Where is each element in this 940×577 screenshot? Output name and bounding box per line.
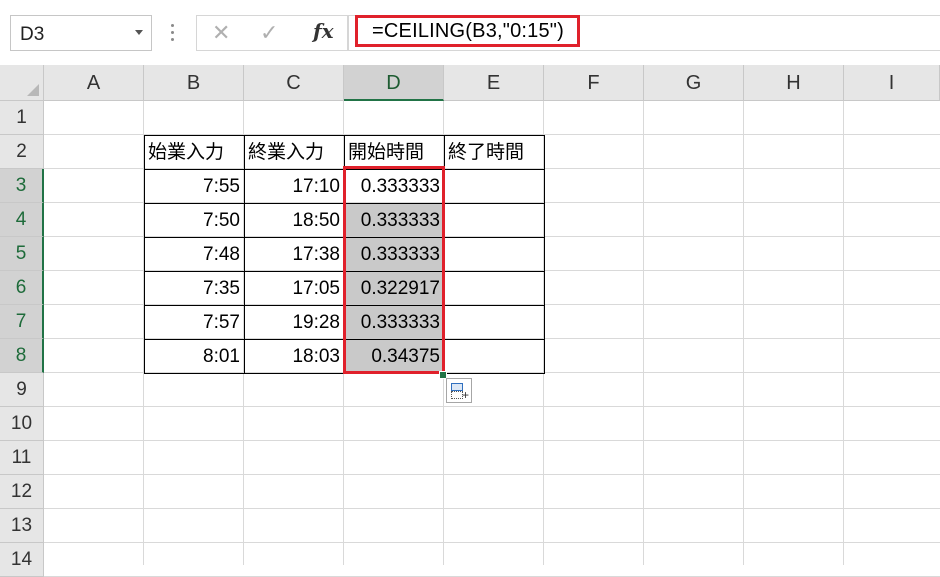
row-header-8[interactable]: 8	[0, 339, 44, 373]
table-cell-end-input[interactable]: 17:05	[244, 271, 345, 306]
table-cell-start-input[interactable]: 7:50	[144, 203, 245, 238]
worksheet-grid[interactable]: A B C D E F G H I 1 2 3 4 5 6 7 8 9 10 11 12 13 14 始業入力 終業入力 開始時間…	[0, 65, 940, 577]
column-header-a[interactable]: A	[44, 65, 144, 101]
table-cell-end-input[interactable]: 17:38	[244, 237, 345, 272]
table-cell-start-input[interactable]: 8:01	[144, 339, 245, 374]
gridline-vertical	[843, 101, 844, 565]
gridline-vertical	[643, 101, 644, 565]
table-cell-start-time[interactable]: 0.34375	[344, 339, 445, 374]
table-cell-start-time[interactable]: 0.333333	[344, 203, 445, 238]
column-header-b[interactable]: B	[144, 65, 244, 101]
table-cell-end-time[interactable]	[444, 339, 545, 374]
quick-analysis-icon[interactable]: +	[446, 378, 472, 403]
formula-bar: D3 ✕ ✓ fx =CEILING(B3,"0:15")	[0, 0, 940, 66]
table-cell-end-time[interactable]	[444, 305, 545, 340]
table-header-cell[interactable]: 終了時間	[444, 135, 545, 170]
insert-function-icon[interactable]: fx	[313, 21, 334, 41]
select-all-triangle-icon	[27, 84, 39, 96]
table-cell-end-input[interactable]: 19:28	[244, 305, 345, 340]
column-header-c[interactable]: C	[244, 65, 344, 101]
gridline-horizontal	[44, 474, 940, 475]
row-header-14[interactable]: 14	[0, 543, 44, 577]
row-header-9[interactable]: 9	[0, 373, 44, 407]
gridline-horizontal	[44, 508, 940, 509]
column-header-g[interactable]: G	[644, 65, 744, 101]
table-header-cell[interactable]: 始業入力	[144, 135, 245, 170]
chevron-down-icon[interactable]	[135, 30, 143, 35]
column-header-f[interactable]: F	[544, 65, 644, 101]
table-cell-start-time[interactable]: 0.333333	[344, 237, 445, 272]
table-cell-start-time[interactable]: 0.333333	[344, 305, 445, 340]
table-cell-end-input[interactable]: 18:50	[244, 203, 345, 238]
row-header-13[interactable]: 13	[0, 509, 44, 543]
row-header-4[interactable]: 4	[0, 203, 44, 237]
name-box[interactable]: D3	[10, 15, 152, 51]
row-header-11[interactable]: 11	[0, 441, 44, 475]
table-cell-end-time[interactable]	[444, 271, 545, 306]
formula-buttons: ✕ ✓ fx	[196, 15, 348, 51]
column-header-d[interactable]: D	[344, 65, 444, 101]
table-cell-end-time[interactable]	[444, 237, 545, 272]
gridline-horizontal	[44, 440, 940, 441]
column-header-e[interactable]: E	[444, 65, 544, 101]
table-cell-end-time[interactable]	[444, 203, 545, 238]
table-cell-start-time[interactable]: 0.322917	[344, 271, 445, 306]
table-header-cell[interactable]: 終業入力	[244, 135, 345, 170]
row-header-5[interactable]: 5	[0, 237, 44, 271]
table-cell-start-input[interactable]: 7:48	[144, 237, 245, 272]
select-all-button[interactable]	[0, 65, 44, 101]
gridline-vertical	[743, 101, 744, 565]
row-header-10[interactable]: 10	[0, 407, 44, 441]
row-header-6[interactable]: 6	[0, 271, 44, 305]
row-header-2[interactable]: 2	[0, 135, 44, 169]
row-header-7[interactable]: 7	[0, 305, 44, 339]
table-cell-start-time[interactable]: 0.333333	[344, 169, 445, 204]
table-cell-end-time[interactable]	[444, 169, 545, 204]
enter-icon[interactable]: ✓	[260, 22, 278, 44]
column-header-h[interactable]: H	[744, 65, 844, 101]
gridline-horizontal	[44, 406, 940, 407]
table-cell-end-input[interactable]: 18:03	[244, 339, 345, 374]
column-header-i[interactable]: I	[844, 65, 940, 101]
formula-highlight-box	[355, 15, 580, 47]
table-header-cell[interactable]: 開始時間	[344, 135, 445, 170]
gridline-horizontal	[44, 542, 940, 543]
table-cell-end-input[interactable]: 17:10	[244, 169, 345, 204]
cancel-icon[interactable]: ✕	[212, 22, 230, 44]
table-cell-start-input[interactable]: 7:57	[144, 305, 245, 340]
row-header-1[interactable]: 1	[0, 101, 44, 135]
drag-handle-icon[interactable]	[171, 24, 174, 42]
row-header-3[interactable]: 3	[0, 169, 44, 203]
table-cell-start-input[interactable]: 7:55	[144, 169, 245, 204]
name-box-value: D3	[20, 24, 45, 45]
table-cell-start-input[interactable]: 7:35	[144, 271, 245, 306]
row-header-12[interactable]: 12	[0, 475, 44, 509]
